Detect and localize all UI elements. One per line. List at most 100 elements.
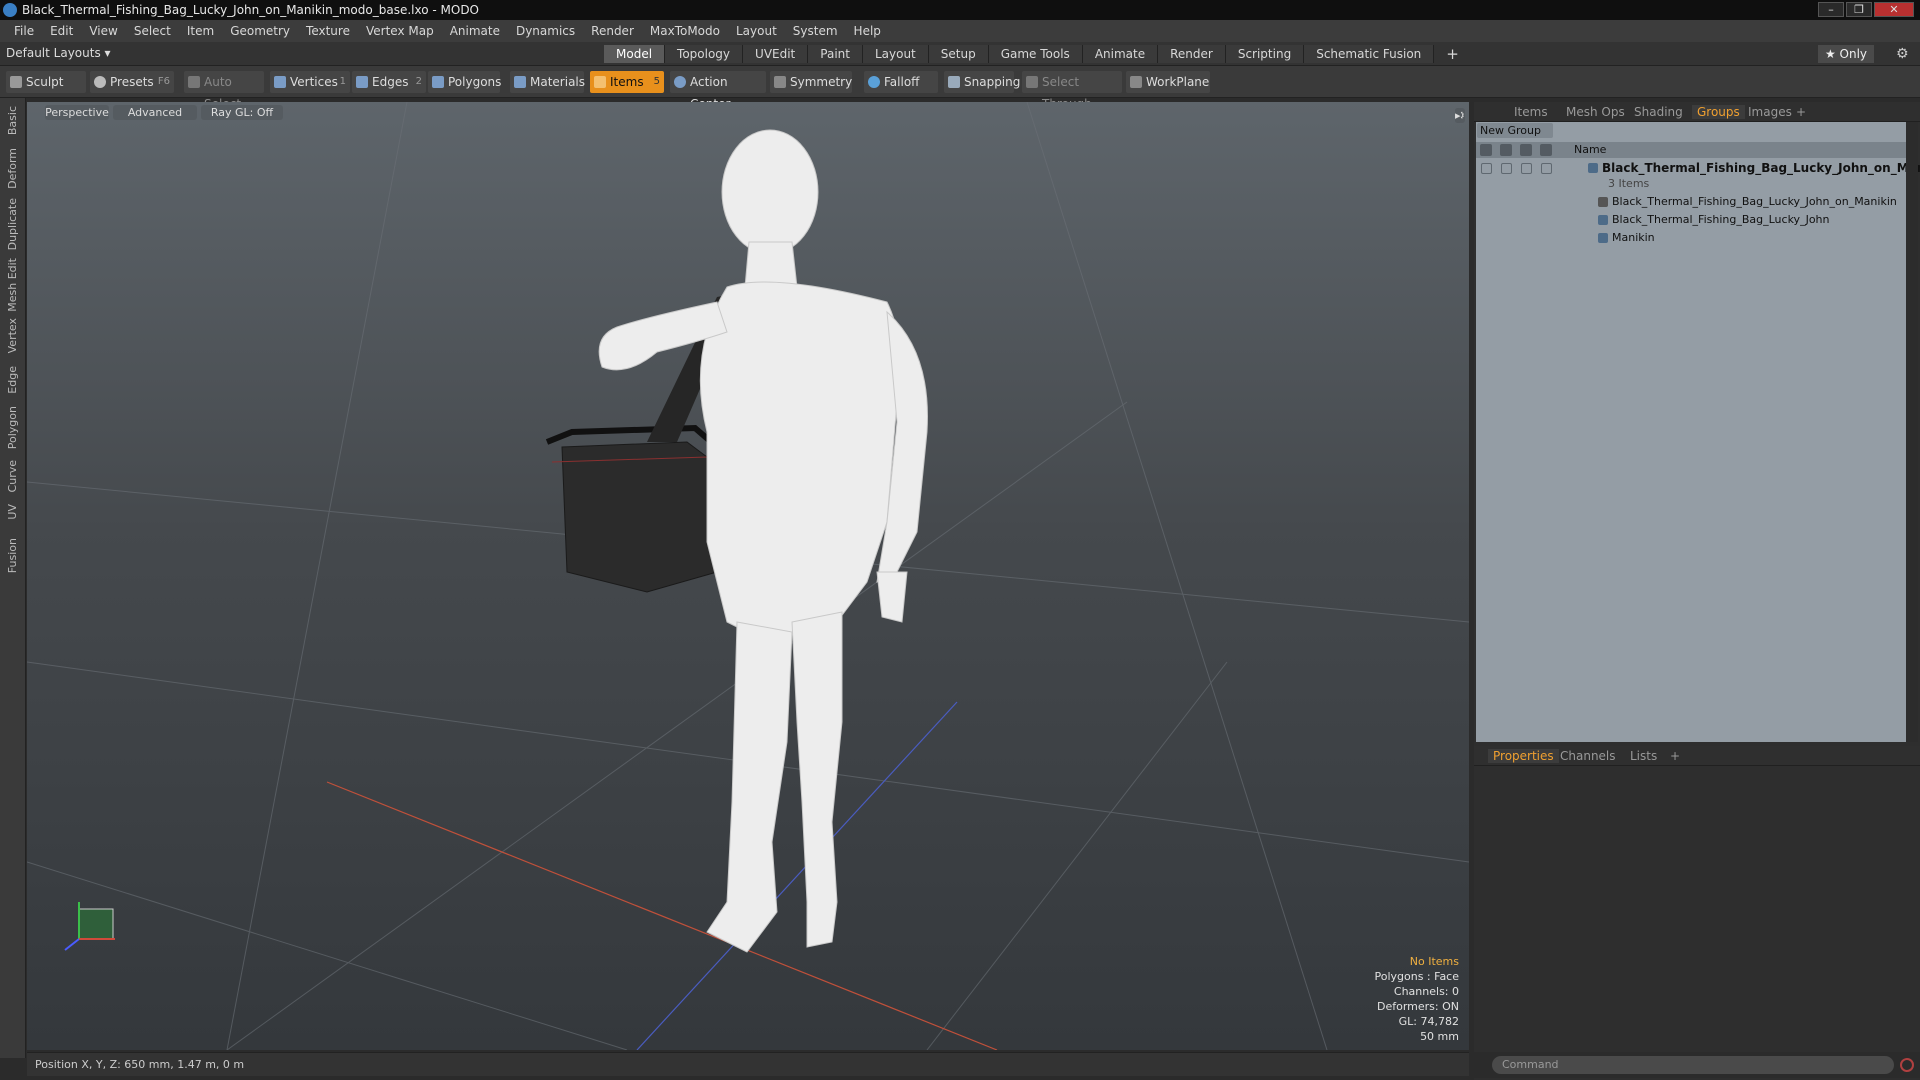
shading-advanced-dropdown[interactable]: Advanced	[113, 105, 197, 120]
minimize-icon[interactable]: –	[1818, 2, 1844, 17]
select-header-icon	[1540, 144, 1552, 156]
group-row[interactable]: Black_Thermal_Fishing_Bag_Lucky_John_on_…	[1476, 160, 1920, 176]
status-bar: Position X, Y, Z: 650 mm, 1.47 m, 0 m	[27, 1052, 1469, 1076]
tab-properties[interactable]: Properties	[1488, 749, 1559, 763]
stat-scale: 50 mm	[1420, 1030, 1459, 1043]
tab-mesh-edit[interactable]: Mesh Edit	[6, 258, 19, 312]
menu-file[interactable]: File	[6, 24, 42, 38]
menu-item[interactable]: Item	[179, 24, 222, 38]
vertices-label: Vertices	[290, 75, 338, 89]
menu-vertex-map[interactable]: Vertex Map	[358, 24, 442, 38]
tab-uvedit[interactable]: UVEdit	[743, 45, 809, 63]
materials-button[interactable]: Materials	[510, 71, 585, 93]
menu-geometry[interactable]: Geometry	[222, 24, 298, 38]
tab-render[interactable]: Render	[1158, 45, 1226, 63]
sculpt-button[interactable]: Sculpt	[6, 71, 86, 93]
tab-items[interactable]: Items	[1514, 105, 1548, 119]
tab-model[interactable]: Model	[604, 45, 666, 63]
title-bar: Black_Thermal_Fishing_Bag_Lucky_John_on_…	[0, 0, 1920, 20]
tab-fusion[interactable]: Fusion	[6, 538, 19, 573]
only-toggle[interactable]: ★ Only	[1818, 45, 1874, 63]
menu-dynamics[interactable]: Dynamics	[508, 24, 583, 38]
tab-images[interactable]: Images	[1748, 105, 1792, 119]
tool-bar: Sculpt PresetsF6 Auto Select Vertices1 E…	[0, 66, 1920, 111]
command-input[interactable]: Command	[1492, 1056, 1894, 1074]
auto-select-button[interactable]: Auto Select	[184, 71, 264, 111]
vertices-button[interactable]: Vertices 1	[270, 71, 350, 93]
tab-duplicate[interactable]: Duplicate	[6, 198, 19, 250]
snapping-button[interactable]: Snapping	[944, 71, 1020, 93]
tab-edge[interactable]: Edge	[6, 366, 19, 394]
edges-button[interactable]: Edges 2	[352, 71, 426, 93]
tab-shading[interactable]: Shading	[1634, 105, 1683, 119]
tab-deform[interactable]: Deform	[6, 148, 19, 189]
falloff-button[interactable]: Falloff	[864, 71, 938, 93]
presets-button[interactable]: Presets F6	[90, 71, 174, 93]
new-group-button[interactable]: New Group	[1477, 123, 1553, 138]
menu-texture[interactable]: Texture	[298, 24, 358, 38]
tab-setup[interactable]: Setup	[928, 45, 989, 63]
tab-channels[interactable]: Channels	[1560, 749, 1616, 763]
render-toggle-icon[interactable]	[1501, 163, 1512, 174]
tab-polygon[interactable]: Polygon	[6, 406, 19, 449]
menu-view[interactable]: View	[81, 24, 125, 38]
tab-mesh-ops[interactable]: Mesh Ops	[1566, 105, 1625, 119]
workplane-icon	[1130, 76, 1142, 88]
maximize-icon[interactable]: ❐	[1846, 2, 1872, 17]
tab-vertex[interactable]: Vertex	[6, 318, 19, 353]
group-name: Black_Thermal_Fishing_Bag_Lucky_John_on_…	[1602, 161, 1920, 175]
workplane-button[interactable]: WorkPlane	[1126, 71, 1210, 93]
viewport-menu-icon[interactable]: ▸	[1455, 108, 1461, 123]
tab-animate[interactable]: Animate	[1082, 45, 1159, 63]
3d-viewport[interactable]: Perspective Advanced Ray GL: Off ✥ ↻ ⚲ ⤢…	[27, 102, 1469, 1050]
list-item[interactable]: Black_Thermal_Fishing_Bag_Lucky_John_on_…	[1476, 194, 1906, 210]
add-tab-icon[interactable]: +	[1434, 45, 1471, 63]
action-center-button[interactable]: Action Center	[670, 71, 766, 111]
groups-scrollbar[interactable]	[1906, 122, 1918, 742]
list-item[interactable]: Manikin	[1476, 230, 1906, 246]
symmetry-button[interactable]: Symmetry	[770, 71, 852, 93]
default-layouts-dropdown[interactable]: Default Layouts ▾	[6, 46, 111, 60]
gear-icon[interactable]: ⚙	[1896, 46, 1909, 62]
select-through-button[interactable]: Select Through	[1022, 71, 1122, 111]
record-macro-icon[interactable]	[1900, 1058, 1914, 1072]
group-count-row: 3 Items	[1476, 176, 1906, 192]
raygl-toggle[interactable]: Ray GL: Off	[201, 105, 283, 120]
select-toggle-icon[interactable]	[1541, 163, 1552, 174]
eye-icon[interactable]	[1481, 163, 1492, 174]
menu-layout[interactable]: Layout	[728, 24, 785, 38]
right-panel: Items Mesh Ops Shading Groups Images + N…	[1474, 102, 1920, 1080]
lock-toggle-icon[interactable]	[1521, 163, 1532, 174]
tab-layout[interactable]: Layout	[862, 45, 929, 63]
menu-help[interactable]: Help	[846, 24, 889, 38]
tab-topology[interactable]: Topology	[665, 45, 744, 63]
falloff-icon	[868, 76, 880, 88]
add-panel-tab-icon[interactable]: +	[1796, 105, 1806, 119]
list-item[interactable]: Black_Thermal_Fishing_Bag_Lucky_John	[1476, 212, 1906, 228]
tab-groups[interactable]: Groups	[1692, 105, 1745, 119]
menu-edit[interactable]: Edit	[42, 24, 81, 38]
tab-paint[interactable]: Paint	[808, 45, 863, 63]
tab-lists[interactable]: Lists	[1630, 749, 1657, 763]
viewport-stats: No Items Polygons : Face Channels: 0 Def…	[1374, 954, 1459, 1044]
menu-render[interactable]: Render	[583, 24, 642, 38]
render-header-icon	[1500, 144, 1512, 156]
tab-game-tools[interactable]: Game Tools	[988, 45, 1083, 63]
items-button[interactable]: Items 5	[590, 71, 664, 93]
add-props-tab-icon[interactable]: +	[1670, 749, 1680, 763]
tab-scripting[interactable]: Scripting	[1225, 45, 1305, 63]
tab-schematic-fusion[interactable]: Schematic Fusion	[1304, 45, 1435, 63]
menu-animate[interactable]: Animate	[442, 24, 508, 38]
tab-basic[interactable]: Basic	[6, 106, 19, 135]
menu-maxtomodo[interactable]: MaxToModo	[642, 24, 728, 38]
menu-select[interactable]: Select	[126, 24, 179, 38]
mesh-icon	[1598, 215, 1608, 225]
menu-system[interactable]: System	[785, 24, 846, 38]
tab-curve[interactable]: Curve	[6, 460, 19, 492]
group-item-count: 3 Items	[1608, 177, 1650, 190]
polygons-button[interactable]: Polygons	[428, 71, 501, 93]
view-perspective-dropdown[interactable]: Perspective	[45, 105, 109, 120]
close-icon[interactable]: ✕	[1874, 2, 1914, 17]
tab-uv[interactable]: UV	[6, 504, 19, 520]
edges-shortcut: 2	[415, 76, 422, 87]
